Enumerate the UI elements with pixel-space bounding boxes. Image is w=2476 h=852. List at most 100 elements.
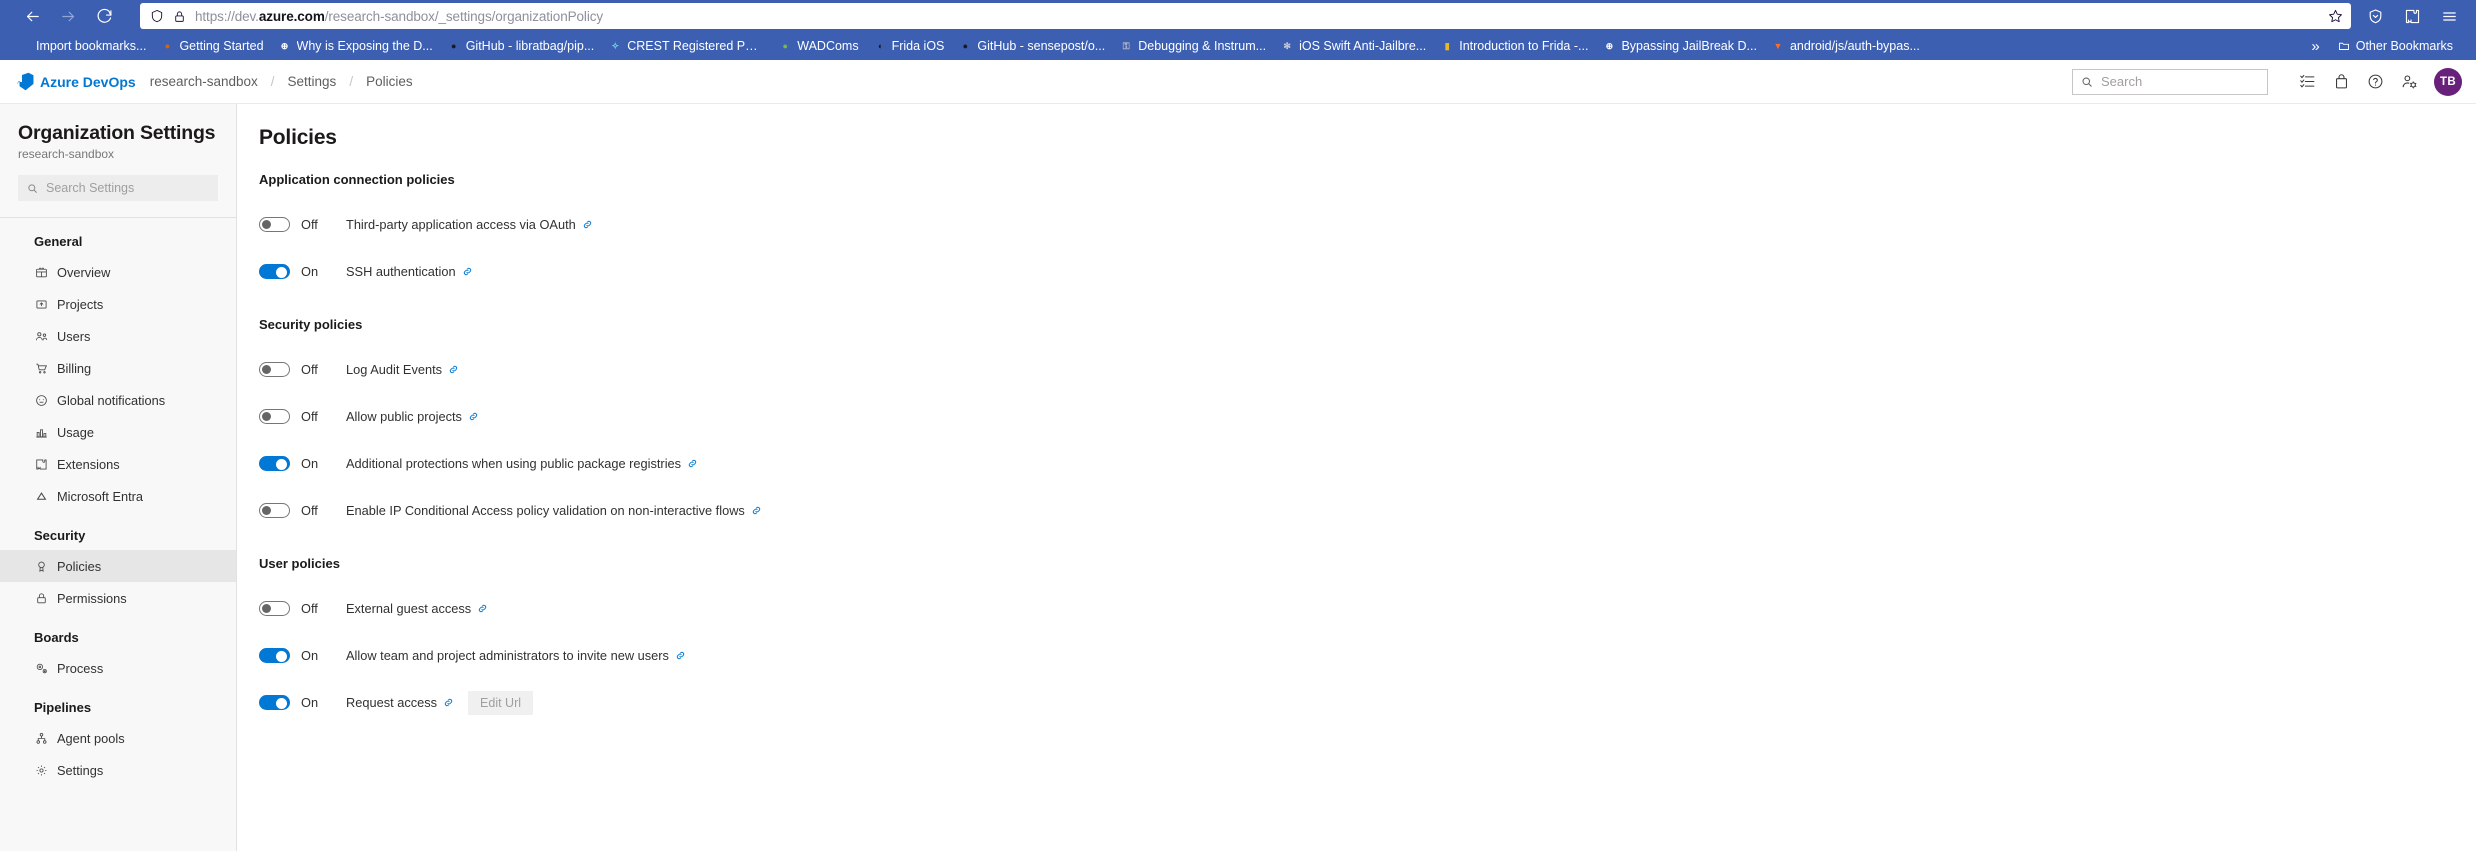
gitlab-icon: ▼	[1773, 40, 1783, 51]
sidebar-item-agent-pools[interactable]: Agent pools	[0, 722, 236, 754]
bookmark-item[interactable]: ● Getting Started	[153, 37, 270, 55]
bookmark-item[interactable]: ✻ iOS Swift Anti-Jailbre...	[1273, 37, 1433, 55]
wadcoms-icon: ●	[782, 40, 788, 51]
bookmark-item[interactable]: ⊕ Bypassing JailBreak D...	[1595, 37, 1763, 55]
sidebar-item-permissions[interactable]: Permissions	[0, 582, 236, 614]
bookmark-label: Frida iOS	[891, 39, 945, 53]
policy-link-icon[interactable]	[468, 411, 479, 422]
policy-toggle-state: Off	[301, 217, 318, 232]
sidebar-search-input[interactable]: Search Settings	[18, 175, 218, 202]
bookmark-item[interactable]: ⊕ Why is Exposing the D...	[271, 37, 440, 55]
back-button[interactable]	[14, 2, 50, 30]
policy-row: Off Log Audit Events	[259, 346, 2476, 393]
sidebar-item-global-notifications[interactable]: Global notifications	[0, 384, 236, 416]
policy-toggle[interactable]	[259, 503, 290, 518]
bookmark-label: GitHub - sensepost/o...	[977, 39, 1106, 53]
sidebar-item-billing[interactable]: Billing	[0, 352, 236, 384]
azure-devops-header: Azure DevOps research-sandbox / Settings…	[0, 60, 2476, 104]
policy-toggle[interactable]	[259, 648, 290, 663]
sidebar-item-usage[interactable]: Usage	[0, 416, 236, 448]
bookmark-item[interactable]: ▼ android/js/auth-bypas...	[1764, 37, 1927, 55]
sidebar-item-settings[interactable]: Settings	[0, 754, 236, 786]
bookmark-item[interactable]: ✧ CREST Registered Pen...	[601, 37, 771, 55]
github-icon: ●	[962, 40, 969, 51]
policy-toggle[interactable]	[259, 601, 290, 616]
sidebar-item-label: Users	[57, 328, 91, 344]
page-title: Policies	[259, 126, 337, 149]
edit-url-button[interactable]: Edit Url	[468, 690, 534, 715]
global-search-input[interactable]: Search	[2072, 68, 2268, 95]
policy-link-icon[interactable]	[675, 650, 686, 661]
sidebar-item-process[interactable]: Process	[0, 652, 236, 684]
policy-link-icon[interactable]	[751, 505, 762, 516]
toolbar-right-icons	[2367, 8, 2462, 25]
policy-toggle[interactable]	[259, 695, 290, 710]
agent-pools-icon	[34, 731, 48, 745]
avatar[interactable]: TB	[2434, 67, 2462, 96]
permissions-lock-icon	[34, 591, 48, 605]
bookmark-label: Why is Exposing the D...	[296, 39, 433, 53]
ironman-icon: ▮	[1444, 40, 1450, 51]
bookmark-item[interactable]: ● WADComs	[771, 37, 865, 55]
marketplace-bag-icon[interactable]	[2324, 65, 2358, 99]
bookmark-item[interactable]: ● GitHub - libratbag/pip...	[440, 37, 602, 55]
azure-devops-logo-icon[interactable]	[10, 71, 40, 92]
forward-button[interactable]	[50, 2, 86, 30]
policy-toggle[interactable]	[259, 456, 290, 471]
policy-toggle-state: On	[301, 456, 319, 471]
other-bookmarks-label: Other Bookmarks	[2355, 39, 2453, 53]
policy-label: Request access	[346, 695, 438, 710]
sidebar-item-overview[interactable]: Overview	[0, 256, 236, 288]
extensions-puzzle-icon[interactable]	[2404, 8, 2421, 25]
sidebar-item-label: Overview	[57, 264, 111, 280]
bookmark-item[interactable]: ⮋ Import bookmarks...	[10, 37, 153, 55]
other-bookmarks-folder[interactable]: Other Bookmarks	[2330, 37, 2460, 55]
sidebar-item-users[interactable]: Users	[0, 320, 236, 352]
breadcrumb-item-policies[interactable]: Policies	[364, 74, 415, 89]
sidebar-item-extensions[interactable]: Extensions	[0, 448, 236, 480]
policy-toggle[interactable]	[259, 264, 290, 279]
policy-link-icon[interactable]	[477, 603, 488, 614]
sidebar-item-projects[interactable]: Projects	[0, 288, 236, 320]
bookmark-item[interactable]: ● GitHub - sensepost/o...	[951, 37, 1112, 55]
breadcrumb-item-settings[interactable]: Settings	[286, 74, 339, 89]
policy-toggle[interactable]	[259, 362, 290, 377]
projects-box-icon	[34, 297, 48, 311]
help-question-icon[interactable]	[2358, 65, 2392, 99]
bookmark-label: Import bookmarks...	[36, 39, 147, 53]
reload-button[interactable]	[86, 2, 122, 30]
breadcrumb-brand[interactable]: Azure DevOps	[40, 74, 136, 90]
tracking-shield-icon[interactable]	[150, 9, 164, 23]
bookmark-item[interactable]: ▮ Introduction to Frida -...	[1433, 37, 1595, 55]
policy-label: Enable IP Conditional Access policy vali…	[346, 503, 745, 518]
policy-toggle[interactable]	[259, 217, 290, 232]
url-bar[interactable]: https://dev.azure.com/research-sandbox/_…	[140, 3, 2351, 29]
policy-link-icon[interactable]	[448, 364, 459, 375]
app-menu-icon[interactable]	[2441, 8, 2458, 25]
policy-label: SSH authentication	[346, 264, 456, 279]
globe-icon: ⊕	[280, 40, 289, 51]
policy-link-icon[interactable]	[687, 458, 698, 469]
policy-toggle[interactable]	[259, 409, 290, 424]
sidebar-item-microsoft-entra[interactable]: Microsoft Entra	[0, 480, 236, 512]
policy-link-icon[interactable]	[582, 219, 593, 230]
account-shield-icon[interactable]	[2367, 8, 2384, 25]
breadcrumb-item-org[interactable]: research-sandbox	[148, 74, 260, 89]
user-settings-icon[interactable]	[2392, 65, 2426, 99]
bookmark-star-icon[interactable]	[2328, 9, 2343, 24]
sidebar-item-policies[interactable]: Policies	[0, 550, 236, 583]
policy-toggle-state: Off	[301, 362, 318, 377]
policy-link-icon[interactable]	[462, 266, 473, 277]
sidebar-title: Organization Settings	[18, 122, 216, 144]
header-actions: Search TB	[2072, 65, 2462, 99]
bookmark-item[interactable]: ◖ Frida iOS	[866, 37, 952, 55]
sidebar-item-label: Microsoft Entra	[57, 488, 144, 504]
policy-link-icon[interactable]	[443, 697, 454, 708]
bookmark-item[interactable]: ⚿ Debugging & Instrum...	[1112, 37, 1273, 55]
bookmarks-overflow-area: » Other Bookmarks	[2311, 37, 2466, 55]
entra-diamond-icon	[34, 489, 48, 503]
policy-section: Application connection policies Off Third-…	[259, 172, 2476, 295]
toggle-knob	[262, 365, 271, 374]
bookmarks-overflow-icon[interactable]: »	[2311, 38, 2319, 55]
backlog-list-icon[interactable]	[2290, 65, 2324, 99]
